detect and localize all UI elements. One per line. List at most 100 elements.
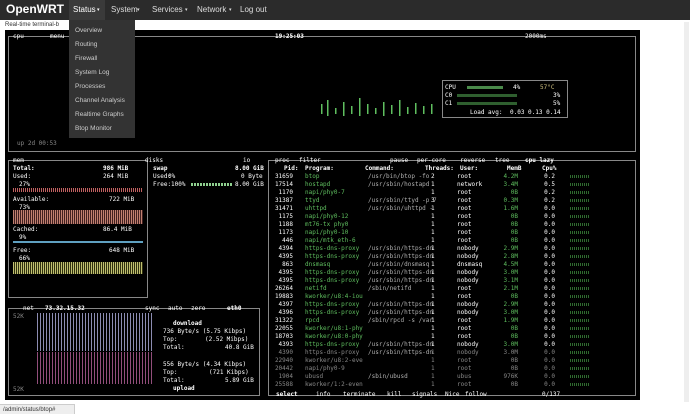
nav-system[interactable]: System [111,5,138,20]
proc-cell-user: root [457,205,472,212]
proc-cell-cpu: 0.0 [544,277,555,284]
proc-cell-mem: 1.9M [503,317,518,324]
proc-cell-mem: 0B [510,365,518,372]
menu-item-channel-analysis[interactable]: Channel Analysis [75,97,125,104]
proc-cpu-graph [570,207,590,210]
col-mem[interactable]: MemB [507,165,521,172]
proc-cpu-graph [570,191,590,194]
net-zero[interactable]: zero [191,305,205,312]
swap-free: 8.00 GiB [235,181,264,188]
proc-cpu-graph [570,231,590,234]
nav-logout[interactable]: Log out [240,5,267,20]
menu-item-processes[interactable]: Processes [75,83,105,90]
nav-services[interactable]: Services [152,5,183,20]
footer-count: 0/137 [542,391,561,398]
proc-cell-threads: 1 [431,325,435,332]
proc-cell-program: kworker/1:2-even [305,381,363,388]
proc-cell-pid: 31322 [274,317,293,324]
net-auto[interactable]: auto [168,305,182,312]
proc-cell-user: nobody [457,301,479,308]
core0-bar [457,94,517,97]
proc-cell-command: /usr/sbin/https-dn [368,277,434,284]
proc-cell-command: /usr/sbin/https-dn [368,269,434,276]
proc-cpu-lazy[interactable]: cpu lazy [525,157,554,164]
footer-signals[interactable]: signals [412,391,437,398]
cpu-uptime: up 2d 00:53 [17,140,57,147]
footer-follow[interactable]: follow [465,391,487,398]
status-dropdown-menu: Overview Routing Firewall System Log Pro… [69,20,135,138]
proc-cpu-graph [570,175,590,178]
col-pid[interactable]: Pid: [284,165,298,172]
col-command[interactable]: Command: [365,165,394,172]
dl-total: 40.8 GiB [225,344,254,351]
footer-select[interactable]: select [276,391,298,398]
proc-cell-cpu: 0.2 [544,173,555,180]
proc-cell-cpu: 0.0 [544,341,555,348]
proc-cell-user: root [457,357,472,364]
io-title[interactable]: io [243,157,250,164]
proc-cpu-graph [570,215,590,218]
proc-tree[interactable]: tree [495,157,509,164]
net-title: net [23,305,34,312]
menu-item-overview[interactable]: Overview [75,27,102,34]
proc-cell-pid: 1188 [278,221,293,228]
proc-cell-pid: 18703 [274,333,293,340]
proc-cell-program: https-dns-proxy [305,301,360,308]
mem-total-label: Total: [13,165,35,172]
net-iface[interactable]: eth0 [227,305,241,312]
proc-cell-program: napi/phy0-12 [305,213,349,220]
net-sync[interactable]: sync [145,305,159,312]
proc-reverse[interactable]: reverse [460,157,485,164]
proc-cell-mem: 4.2M [503,173,518,180]
brand-logo[interactable]: OpenWRT [6,2,64,16]
proc-cpu-graph [570,319,590,322]
proc-cell-command: /usr/sbin/dnsmasq [368,261,430,268]
proc-per-core[interactable]: per-core [417,157,446,164]
proc-cell-cpu: 0.0 [544,253,555,260]
footer-info[interactable]: info [316,391,330,398]
proc-cell-cpu: 0.0 [544,221,555,228]
menu-item-btop-monitor[interactable]: Btop Monitor [75,125,112,132]
proc-cell-mem: 2.1M [503,285,518,292]
proc-cell-threads: 1 [431,381,435,388]
page-scrollbar[interactable] [684,22,689,402]
proc-cell-mem: 0B [510,333,518,340]
col-cpu[interactable]: Cpu% [542,165,556,172]
proc-cell-cpu: 0.0 [544,293,555,300]
menu-item-routing[interactable]: Routing [75,41,97,48]
proc-pause[interactable]: pause [390,157,408,164]
nav-network[interactable]: Network [197,5,226,20]
proc-cell-user: nobody [457,269,479,276]
footer-nice[interactable]: Nice [445,391,459,398]
footer-terminate[interactable]: terminate [343,391,376,398]
proc-cell-pid: 1170 [278,189,293,196]
proc-cpu-graph [570,311,590,314]
proc-cell-program: kworker/u8:2-eve [305,357,363,364]
proc-cpu-graph [570,255,590,258]
proc-cell-user: dnsmasq [457,261,483,268]
proc-cpu-graph [570,279,590,282]
proc-cell-mem: 2.8M [503,253,518,260]
proc-cell-threads: 1 [431,309,435,316]
proc-cell-cpu: 0.0 [544,261,555,268]
proc-cell-user: nobody [457,245,479,252]
menu-item-system-log[interactable]: System Log [75,69,109,76]
proc-cell-mem: 0B [510,189,518,196]
upload-label: upload [173,385,195,392]
proc-cpu-graph [570,335,590,338]
menu-item-firewall[interactable]: Firewall [75,55,97,62]
cpu-interval[interactable]: 2000ms [525,33,547,40]
proc-cell-pid: 17514 [274,181,293,188]
proc-cell-user: nobody [457,277,479,284]
col-program[interactable]: Program: [305,165,334,172]
menu-item-realtime-graphs[interactable]: Realtime Graphs [75,111,124,118]
proc-filter[interactable]: filter [299,157,321,164]
cpu-menu[interactable]: menu [50,33,64,40]
col-threads[interactable]: Threads: [425,165,454,172]
footer-kill[interactable]: kill [387,391,401,398]
proc-cell-user: root [457,189,472,196]
proc-title: proc [275,157,290,164]
swap-label: swap [153,165,168,172]
proc-cpu-graph [570,271,590,274]
col-user[interactable]: User: [460,165,478,172]
